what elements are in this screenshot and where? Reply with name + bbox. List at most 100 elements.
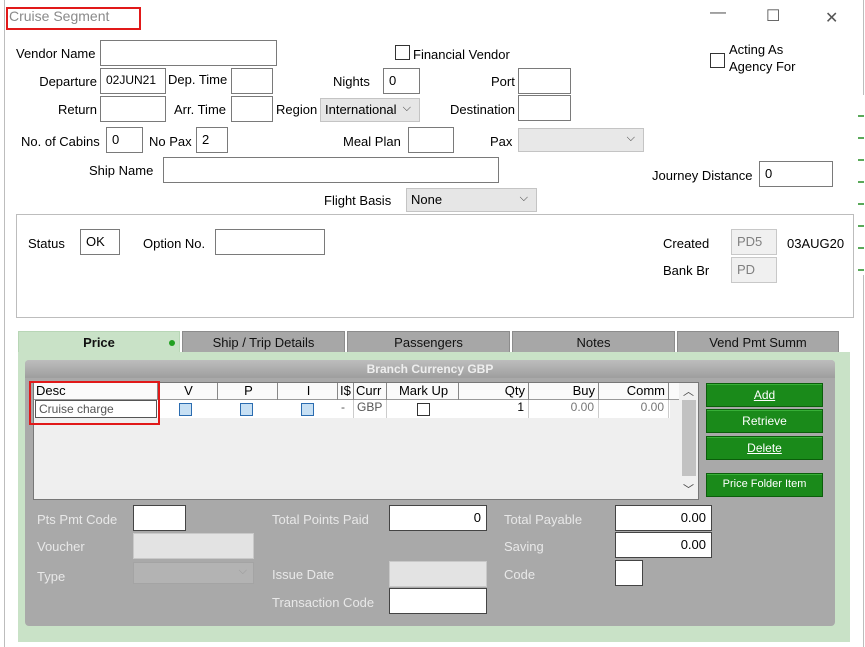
port-input[interactable] [518, 68, 571, 94]
saving-label: Saving [504, 539, 544, 554]
code-input[interactable] [615, 560, 643, 586]
col-buy[interactable]: Buy [529, 383, 599, 400]
col-markup[interactable]: Mark Up [387, 383, 459, 400]
tab-price[interactable]: Price [18, 331, 180, 353]
tab-ship-trip-details[interactable]: Ship / Trip Details [182, 331, 345, 353]
region-label: Region [276, 102, 318, 117]
option-no-input[interactable] [215, 229, 325, 255]
retrieve-button[interactable]: Retrieve [706, 409, 823, 433]
financial-vendor-label: Financial Vendor [413, 47, 510, 62]
col-comm[interactable]: Comm [599, 383, 669, 400]
scroll-thumb[interactable] [682, 400, 696, 476]
row-buy-cell: 0.00 [529, 400, 599, 418]
arr-time-label: Arr. Time [174, 102, 227, 117]
meal-plan-input[interactable] [408, 127, 454, 153]
title-highlight [6, 7, 141, 30]
no-of-cabins-input[interactable]: 0 [106, 127, 143, 153]
acting-as-agency-checkbox[interactable] [710, 53, 725, 68]
created-date: 03AUG20 [787, 236, 845, 251]
pts-pmt-code-input[interactable] [133, 505, 186, 531]
active-dot-icon [169, 340, 175, 346]
meal-plan-label: Meal Plan [343, 134, 401, 149]
total-payable-input[interactable]: 0.00 [615, 505, 712, 531]
tab-vend-pmt-summ-label: Vend Pmt Summ [709, 335, 807, 350]
tab-price-label: Price [83, 335, 115, 350]
row-markup-checkbox[interactable] [417, 403, 430, 416]
total-points-paid-input[interactable]: 0 [389, 505, 487, 531]
saving-input[interactable]: 0.00 [615, 532, 712, 558]
transaction-code-input[interactable] [389, 588, 487, 614]
chevron-down-icon: ⌵ [402, 102, 411, 114]
delete-button[interactable]: Delete [706, 436, 823, 460]
col-v[interactable]: V [158, 383, 218, 400]
row-is-cell: - [338, 400, 354, 418]
col-qty[interactable]: Qty [459, 383, 529, 400]
vendor-name-input[interactable] [100, 40, 277, 66]
status-panel [16, 214, 854, 318]
destination-input[interactable] [518, 95, 571, 121]
ship-name-input[interactable] [163, 157, 499, 183]
voucher-input [133, 533, 254, 559]
retrieve-label: Retrieve [742, 414, 787, 428]
tab-passengers-label: Passengers [394, 335, 463, 350]
region-select[interactable]: International ⌵ [320, 98, 420, 122]
col-curr[interactable]: Curr [354, 383, 387, 400]
arr-time-input[interactable] [231, 96, 273, 122]
pts-pmt-code-label: Pts Pmt Code [37, 512, 118, 527]
vendor-name-label: Vendor Name [16, 46, 96, 61]
desc-highlight [29, 381, 160, 425]
scroll-up-icon[interactable]: ︿ [683, 383, 694, 399]
flight-basis-label: Flight Basis [324, 193, 392, 208]
nights-input[interactable]: 0 [383, 68, 420, 94]
maximize-button[interactable]: ☐ [766, 6, 780, 26]
right-edge-strip [858, 95, 864, 275]
scroll-down-icon[interactable]: ﹀ [683, 481, 694, 497]
chevron-down-icon: ⌵ [238, 565, 247, 577]
dep-time-input[interactable] [231, 68, 273, 94]
flight-basis-select[interactable]: None ⌵ [406, 188, 537, 212]
created-label: Created [663, 236, 710, 251]
departure-label: Departure [39, 74, 97, 89]
voucher-label: Voucher [37, 539, 85, 554]
no-pax-input[interactable]: 2 [196, 127, 228, 153]
row-v-checkbox[interactable] [179, 403, 192, 416]
transaction-code-label: Transaction Code [272, 595, 375, 610]
ship-name-label: Ship Name [89, 163, 154, 178]
row-comm-cell: 0.00 [599, 400, 669, 418]
col-i[interactable]: I [278, 383, 338, 400]
tab-notes[interactable]: Notes [512, 331, 675, 353]
return-input[interactable] [100, 96, 166, 122]
col-p[interactable]: P [218, 383, 278, 400]
tab-vend-pmt-summ[interactable]: Vend Pmt Summ [677, 331, 839, 353]
departure-input[interactable]: 02JUN21 [100, 68, 166, 94]
close-button[interactable]: ✕ [825, 8, 838, 28]
col-is[interactable]: I$ [338, 383, 354, 400]
acting-as-label: Acting As [729, 42, 784, 57]
delete-label: Delete [747, 441, 782, 455]
financial-vendor-checkbox[interactable] [395, 45, 410, 60]
dep-time-label: Dep. Time [168, 72, 228, 87]
issue-date-label: Issue Date [272, 567, 335, 582]
price-folder-item-button[interactable]: Price Folder Item [706, 473, 823, 497]
status-input[interactable]: OK [80, 229, 120, 255]
code-label: Code [504, 567, 536, 582]
total-points-paid-label: Total Points Paid [272, 512, 369, 527]
tab-ship-trip-details-label: Ship / Trip Details [212, 335, 315, 350]
journey-distance-input[interactable]: 0 [759, 161, 833, 187]
pax-select[interactable]: ⌵ [518, 128, 644, 152]
price-folder-item-label: Price Folder Item [722, 478, 807, 490]
type-select: ⌵ [133, 562, 254, 584]
add-button[interactable]: Add [706, 383, 823, 407]
row-i-checkbox[interactable] [301, 403, 314, 416]
region-value: International [325, 102, 397, 117]
created-input: PD5 [731, 229, 777, 255]
tab-passengers[interactable]: Passengers [347, 331, 510, 353]
row-p-checkbox[interactable] [240, 403, 253, 416]
minimize-button[interactable]: — [710, 4, 726, 22]
total-payable-label: Total Payable [504, 512, 583, 527]
return-label: Return [57, 102, 97, 117]
type-label: Type [37, 569, 66, 584]
chevron-down-icon: ⌵ [519, 192, 528, 204]
row-qty-cell: 1 [459, 400, 529, 418]
no-of-cabins-label: No. of Cabins [21, 134, 100, 149]
